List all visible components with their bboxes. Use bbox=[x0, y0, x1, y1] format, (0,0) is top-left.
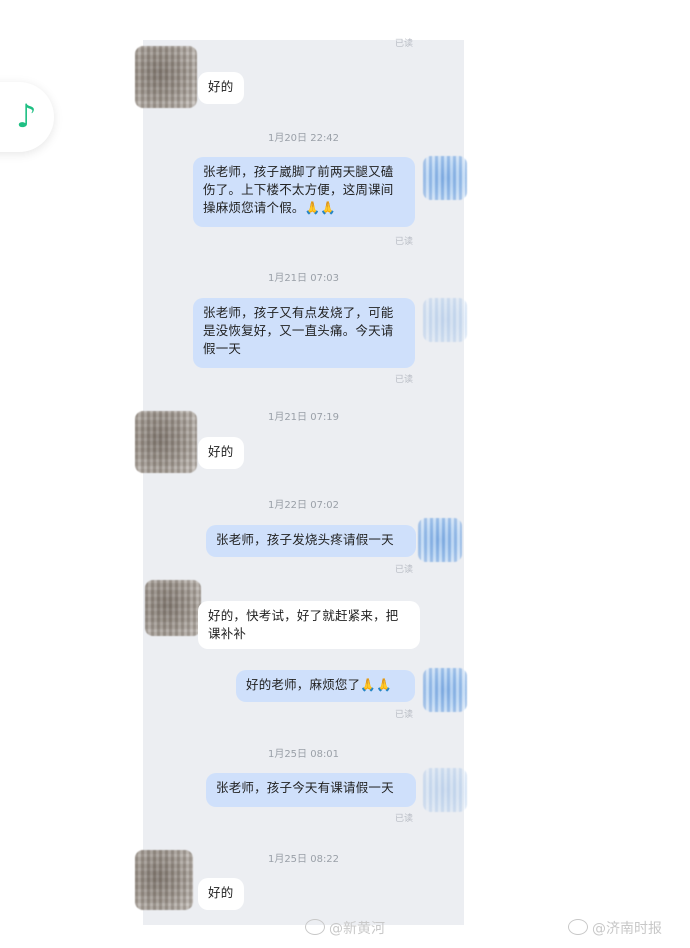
message-bubble-outgoing[interactable]: 好的老师，麻烦您了🙏🙏 bbox=[236, 670, 415, 702]
read-receipt: 已读 bbox=[395, 710, 414, 720]
user-avatar bbox=[423, 156, 467, 200]
message-bubble-outgoing[interactable]: 张老师，孩子崴脚了前两天腿又磕伤了。上下楼不太方便，这周课间操麻烦您请个假。🙏🙏 bbox=[193, 157, 415, 227]
chat-thread[interactable]: 已读 好的 1月20日 22:42 张老师，孩子崴脚了前两天腿又磕伤了。上下楼不… bbox=[135, 39, 467, 925]
message-timestamp: 1月25日 08:01 bbox=[267, 749, 340, 760]
message-timestamp: 1月20日 22:42 bbox=[267, 133, 340, 144]
watermark-text: @济南时报 bbox=[592, 921, 662, 937]
read-receipt: 已读 bbox=[395, 565, 414, 575]
message-bubble-outgoing[interactable]: 张老师，孩子又有点发烧了，可能是没恢复好，又一直头痛。今天请假一天 bbox=[193, 298, 415, 368]
read-receipt: 已读 bbox=[395, 814, 414, 824]
read-receipt: 已读 bbox=[395, 39, 414, 49]
weibo-icon bbox=[568, 919, 588, 935]
floating-music-widget[interactable]: ♪ bbox=[0, 82, 54, 152]
weibo-icon bbox=[305, 919, 325, 935]
watermark-xinhuanghe: @新黄河 bbox=[305, 918, 385, 938]
watermark-jinanshibao: @济南时报 bbox=[568, 918, 662, 938]
teacher-avatar bbox=[145, 580, 201, 636]
screenshot-page: ♪ 已读 好的 1月20日 22:42 张老师，孩子崴脚了前两天腿又磕伤了。上下… bbox=[0, 0, 690, 948]
watermark-text: @新黄河 bbox=[329, 921, 385, 937]
message-text: 张老师，孩子又有点发烧了，可能是没恢复好，又一直头痛。今天请假一天 bbox=[203, 305, 394, 356]
teacher-avatar bbox=[135, 850, 193, 910]
message-bubble-outgoing[interactable]: 张老师，孩子今天有课请假一天 bbox=[206, 773, 416, 807]
message-text: 张老师，孩子崴脚了前两天腿又磕伤了。上下楼不太方便，这周课间操麻烦您请个假。🙏🙏 bbox=[203, 164, 394, 215]
read-receipt: 已读 bbox=[395, 237, 414, 247]
user-avatar bbox=[423, 768, 467, 812]
message-timestamp: 1月21日 07:03 bbox=[267, 273, 340, 284]
user-avatar bbox=[418, 518, 462, 562]
message-bubble-incoming[interactable]: 好的 bbox=[198, 72, 244, 104]
message-bubble-outgoing[interactable]: 张老师，孩子发烧头疼请假一天 bbox=[206, 525, 416, 557]
message-timestamp: 1月22日 07:02 bbox=[267, 500, 340, 511]
user-avatar bbox=[423, 298, 467, 342]
user-avatar bbox=[423, 668, 467, 712]
teacher-avatar bbox=[135, 411, 197, 473]
teacher-avatar bbox=[135, 46, 197, 108]
message-text: 好的老师，麻烦您了🙏🙏 bbox=[246, 677, 392, 692]
message-bubble-incoming[interactable]: 好的，快考试，好了就赶紧来，把课补补 bbox=[198, 601, 420, 649]
message-bubble-incoming[interactable]: 好的 bbox=[198, 878, 244, 910]
read-receipt: 已读 bbox=[395, 375, 414, 385]
music-note-icon: ♪ bbox=[16, 97, 37, 135]
message-bubble-incoming[interactable]: 好的 bbox=[198, 437, 244, 469]
